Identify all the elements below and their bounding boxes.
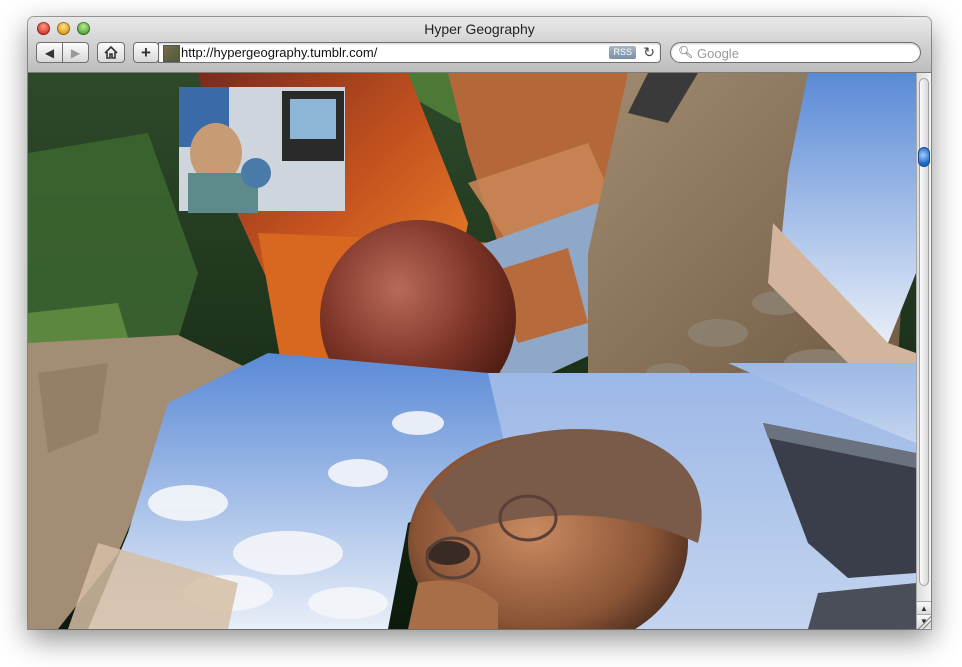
home-icon	[104, 46, 118, 59]
scroll-up-arrow-icon[interactable]: ▲	[917, 601, 931, 615]
magnifier-icon: 🔍︎	[678, 45, 694, 59]
site-favicon-icon	[163, 45, 180, 62]
search-field[interactable]: 🔍︎	[670, 42, 921, 63]
back-arrow-icon: ◀	[44, 45, 55, 60]
forward-arrow-icon: ▶	[70, 45, 81, 60]
reload-icon[interactable]: ↻	[643, 44, 655, 61]
address-bar[interactable]: http://hypergeography.tumblr.com/ RSS ↻	[158, 42, 661, 63]
plus-icon: +	[141, 42, 151, 62]
vertical-scrollbar[interactable]: ▲ ▼	[916, 73, 931, 629]
add-bookmark-button[interactable]: +	[133, 42, 159, 63]
search-input[interactable]	[695, 44, 914, 63]
rss-button[interactable]: RSS	[609, 46, 636, 59]
page-content-collage	[28, 73, 916, 629]
window-title: Hyper Geography	[424, 21, 535, 37]
forward-button[interactable]: ▶	[62, 42, 89, 63]
title-bar: Hyper Geography ◀ ▶ + http://hypergeogra…	[28, 17, 931, 73]
back-button[interactable]: ◀	[36, 42, 63, 63]
resize-grip-icon[interactable]	[916, 614, 931, 629]
url-text[interactable]: http://hypergeography.tumblr.com/	[181, 45, 377, 60]
scrollbar-thumb[interactable]	[918, 147, 930, 167]
browser-window: Hyper Geography ◀ ▶ + http://hypergeogra…	[28, 17, 931, 629]
home-button[interactable]	[97, 42, 125, 63]
collage-artwork	[28, 73, 916, 629]
